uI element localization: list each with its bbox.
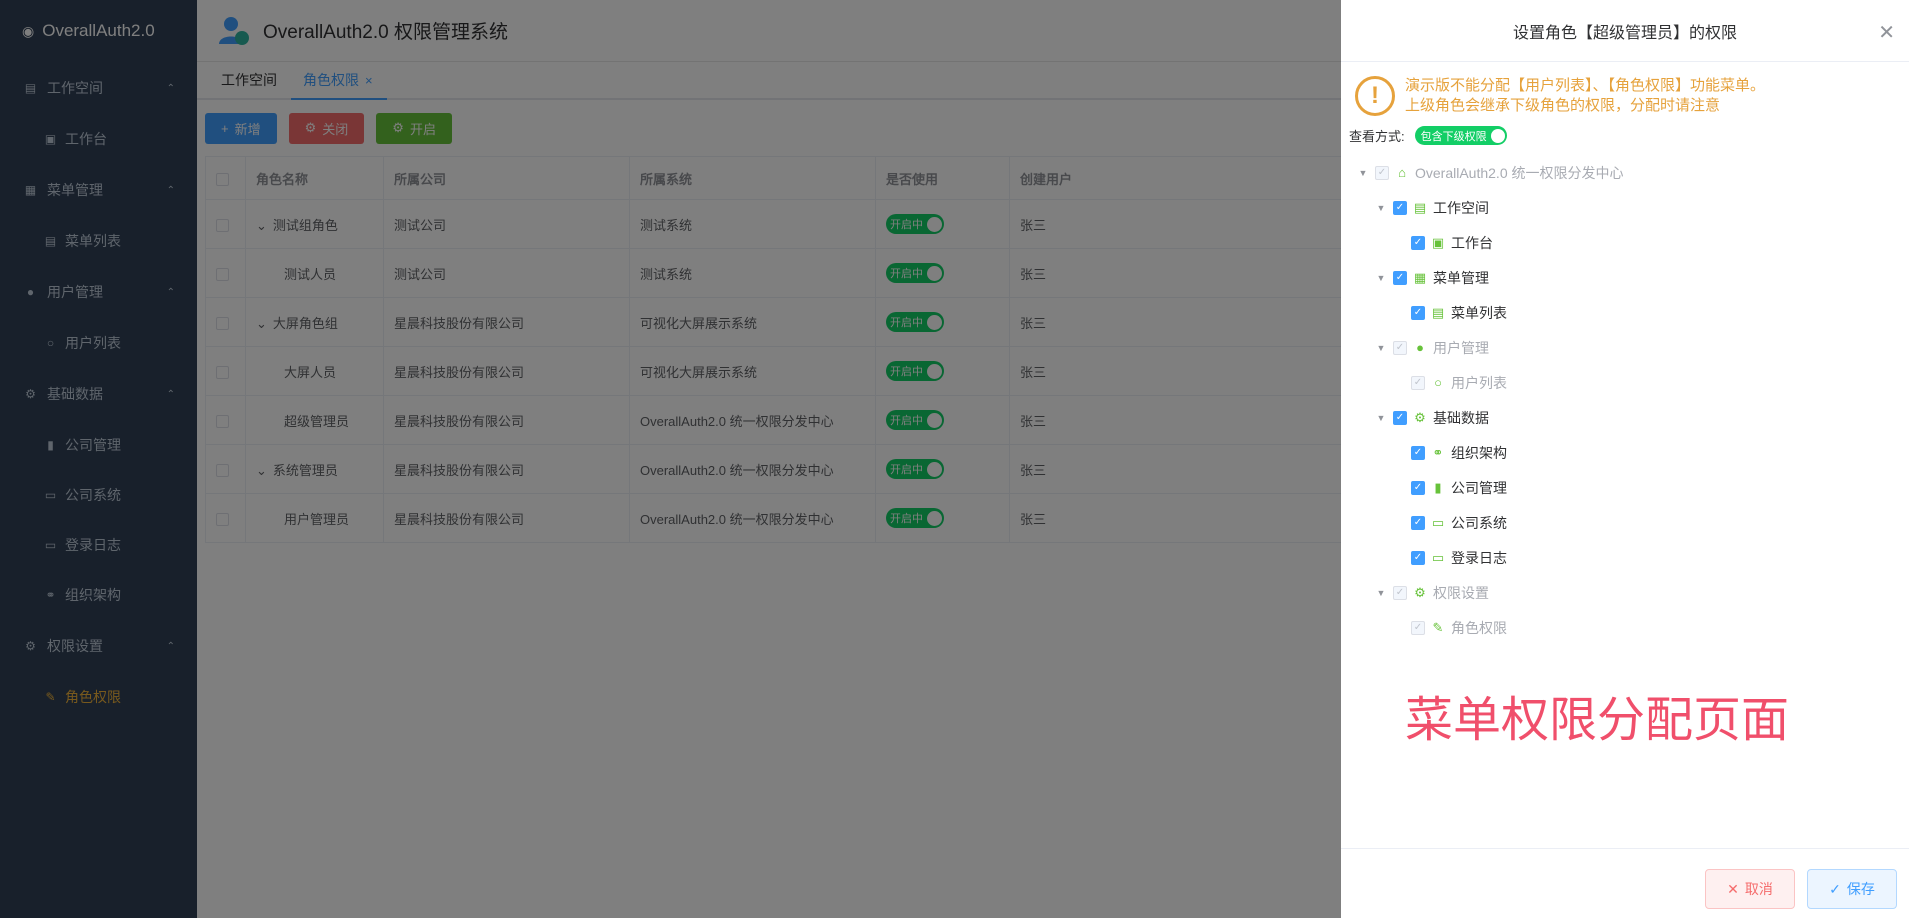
tree-node-label: 角色权限	[1451, 619, 1507, 636]
tree-node[interactable]: ✓ ▭ 公司系统	[1357, 505, 1909, 540]
tree-checkbox[interactable]: ✓	[1411, 235, 1425, 250]
dashboard-icon: ▣	[1431, 234, 1445, 250]
tree-node-label: 组织架构	[1451, 444, 1507, 461]
close-icon[interactable]: ✕	[1878, 20, 1895, 45]
tree-node[interactable]: ▼ ✓ ⚙ 权限设置	[1357, 575, 1909, 610]
warning-line-2: 上级角色会继承下级角色的权限，分配时请注意	[1405, 97, 1721, 114]
caret-down-icon[interactable]: ▼	[1375, 273, 1387, 283]
tree-node-label: 登录日志	[1451, 549, 1507, 566]
tree-node-label: 用户列表	[1451, 374, 1507, 391]
tree-node[interactable]: ▼ ✓ ▦ 菜单管理	[1357, 260, 1909, 295]
view-mode-row: 查看方式: 包含下级权限	[1341, 116, 1909, 155]
bar-chart-icon: ▮	[1434, 479, 1442, 495]
tree-node[interactable]: ▼ ✓ ⌂ OverallAuth2.0 统一权限分发中心	[1357, 155, 1909, 190]
user-icon: ●	[1416, 340, 1424, 355]
tree-node-label: 工作台	[1451, 234, 1493, 251]
tree-checkbox[interactable]: ✓	[1411, 305, 1425, 320]
tree-node[interactable]: ▼ ✓ ● 用户管理	[1357, 330, 1909, 365]
tree-checkbox: ✓	[1375, 165, 1389, 180]
tree-node-label: OverallAuth2.0 统一权限分发中心	[1415, 164, 1624, 181]
tree-checkbox[interactable]: ✓	[1411, 550, 1425, 565]
tree-checkbox[interactable]: ✓	[1411, 445, 1425, 460]
switch-label: 包含下级权限	[1420, 130, 1487, 143]
tree-node[interactable]: ✓ ○ 用户列表	[1357, 365, 1909, 400]
tree-node[interactable]: ✓ ▭ 登录日志	[1357, 540, 1909, 575]
tree-checkbox: ✓	[1411, 620, 1425, 635]
permission-drawer: 设置角色【超级管理员】的权限 ✕ ! 演示版不能分配【用户列表】、【角色权限】功…	[1341, 0, 1909, 918]
tree-node[interactable]: ▼ ✓ ▤ 工作空间	[1357, 190, 1909, 225]
tree-node-label: 用户管理	[1433, 339, 1489, 356]
tree-node-label: 权限设置	[1433, 584, 1489, 601]
switch-knob	[1490, 128, 1505, 143]
drawer-title: 设置角色【超级管理员】的权限	[1512, 24, 1737, 42]
cancel-label: 取消	[1744, 881, 1773, 897]
caret-down-icon[interactable]: ▼	[1375, 588, 1387, 598]
tree-node[interactable]: ✓ ⚭ 组织架构	[1357, 435, 1909, 470]
tree-node[interactable]: ✓ ▣ 工作台	[1357, 225, 1909, 260]
tree-checkbox[interactable]: ✓	[1393, 200, 1407, 215]
save-button[interactable]: ✓ 保存	[1807, 869, 1897, 909]
tree-node-label: 菜单列表	[1451, 304, 1507, 321]
page-caption: 菜单权限分配页面	[1405, 694, 1790, 747]
warning-line-1: 演示版不能分配【用户列表】、【角色权限】功能菜单。	[1405, 77, 1766, 94]
monitor-icon: ▭	[1431, 549, 1445, 565]
tree-node-label: 公司系统	[1451, 514, 1507, 531]
tree-node-label: 基础数据	[1433, 409, 1489, 426]
tree-node[interactable]: ✓ ✎ 角色权限	[1357, 610, 1909, 645]
include-children-switch[interactable]: 包含下级权限	[1414, 126, 1507, 145]
view-mode-label: 查看方式:	[1349, 129, 1405, 144]
tree-node-label: 菜单管理	[1433, 269, 1489, 286]
cancel-button[interactable]: ✕ 取消	[1705, 869, 1795, 909]
caret-down-icon[interactable]: ▼	[1375, 343, 1387, 353]
home-icon: ⌂	[1398, 165, 1406, 180]
tree-node[interactable]: ✓ ▮ 公司管理	[1357, 470, 1909, 505]
caret-down-icon[interactable]: ▼	[1375, 413, 1387, 423]
tree-node-label: 公司管理	[1451, 479, 1507, 496]
tree-node[interactable]: ▼ ✓ ⚙ 基础数据	[1357, 400, 1909, 435]
drawer-header: 设置角色【超级管理员】的权限 ✕	[1341, 0, 1909, 62]
tree-node-label: 工作空间	[1433, 199, 1489, 216]
tree-checkbox: ✓	[1393, 585, 1407, 600]
tree-checkbox[interactable]: ✓	[1411, 515, 1425, 530]
drawer-footer: ✕ 取消 ✓ 保存	[1341, 848, 1909, 918]
tree-checkbox: ✓	[1411, 375, 1425, 390]
tree-checkbox[interactable]: ✓	[1393, 410, 1407, 425]
grid-icon: ▦	[1413, 269, 1427, 285]
close-icon: ✕	[1727, 880, 1739, 897]
monitor-icon: ▭	[1431, 514, 1445, 530]
tree-checkbox: ✓	[1393, 340, 1407, 355]
check-icon: ✓	[1829, 880, 1841, 897]
link-icon: ⚭	[1432, 444, 1444, 460]
warning-icon: !	[1355, 76, 1395, 116]
tree-checkbox[interactable]: ✓	[1411, 480, 1425, 495]
caret-down-icon[interactable]: ▼	[1375, 203, 1387, 213]
caret-down-icon[interactable]: ▼	[1357, 168, 1369, 178]
tree-node[interactable]: ✓ ▤ 菜单列表	[1357, 295, 1909, 330]
edit-icon: ✎	[1432, 619, 1444, 635]
list-icon: ▤	[1431, 304, 1445, 320]
save-label: 保存	[1846, 881, 1875, 897]
gear-icon: ⚙	[1414, 584, 1426, 600]
permission-tree: ▼ ✓ ⌂ OverallAuth2.0 统一权限分发中心 ▼ ✓ ▤ 工作空间 …	[1341, 155, 1909, 645]
gear-icon: ⚙	[1414, 409, 1426, 425]
tree-checkbox[interactable]: ✓	[1393, 270, 1407, 285]
warning-alert: ! 演示版不能分配【用户列表】、【角色权限】功能菜单。 上级角色会继承下级角色的…	[1341, 62, 1909, 116]
document-icon: ▤	[1413, 199, 1427, 215]
user-outline-icon: ○	[1434, 375, 1442, 390]
